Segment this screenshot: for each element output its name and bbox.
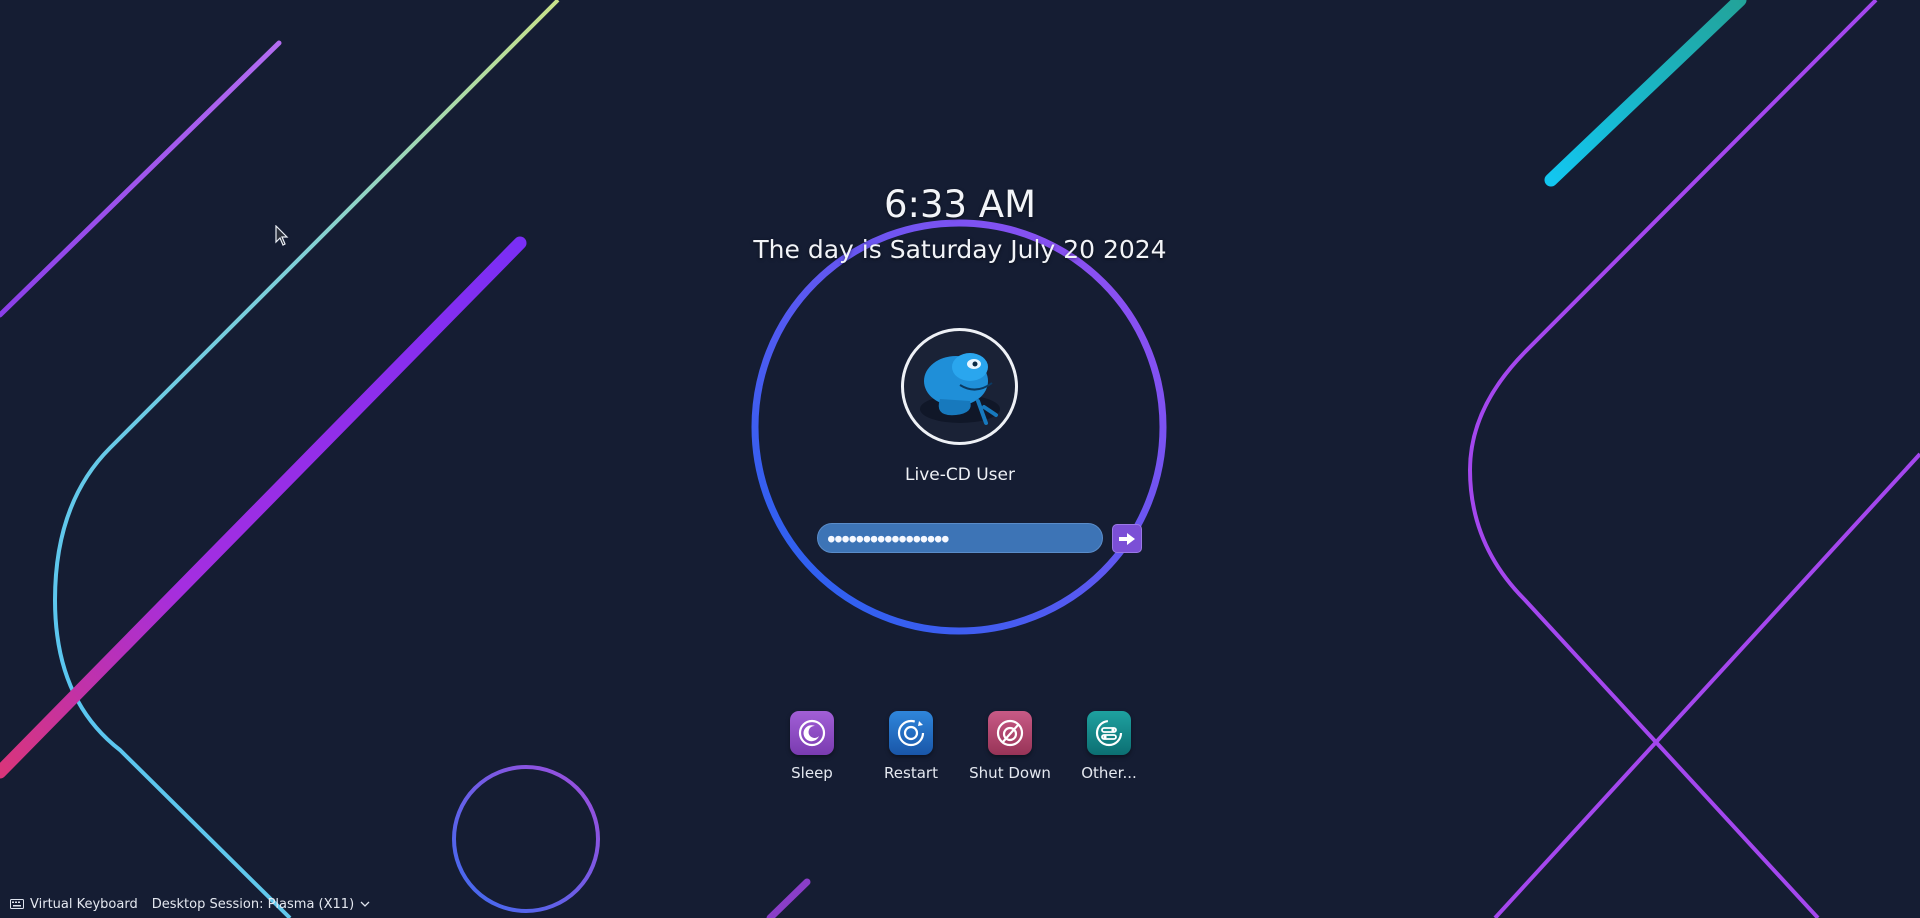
clock-time: 6:33 AM bbox=[883, 183, 1037, 226]
session-label: Desktop Session: Plasma (X11) bbox=[151, 896, 355, 912]
other-label: Other... bbox=[1081, 764, 1137, 782]
restart-icon bbox=[889, 711, 933, 755]
restart-button[interactable]: Restart bbox=[863, 711, 959, 782]
shutdown-button[interactable]: Shut Down bbox=[962, 711, 1058, 782]
virtual-keyboard-label: Virtual Keyboard bbox=[30, 896, 138, 912]
password-field[interactable]: ●●●●●●●●●●●●●●●●● bbox=[817, 523, 1103, 553]
background-art bbox=[0, 0, 1920, 918]
virtual-keyboard-button[interactable]: Virtual Keyboard bbox=[10, 897, 138, 912]
switch-user-icon bbox=[1087, 711, 1131, 755]
sleep-icon bbox=[790, 711, 834, 755]
session-selector[interactable]: Desktop Session: Plasma (X11) bbox=[152, 897, 370, 912]
login-button[interactable] bbox=[1112, 524, 1142, 553]
mouse-pointer-icon bbox=[275, 225, 289, 246]
bottom-bar: Virtual Keyboard Desktop Session: Plasma… bbox=[10, 894, 370, 914]
username-label: Live-CD User bbox=[905, 465, 1015, 485]
chameleon-avatar-icon bbox=[920, 353, 1000, 425]
user-avatar[interactable] bbox=[901, 328, 1018, 445]
chevron-down-icon bbox=[360, 901, 370, 907]
restart-label: Restart bbox=[884, 764, 938, 782]
sleep-label: Sleep bbox=[791, 764, 833, 782]
sleep-button[interactable]: Sleep bbox=[764, 711, 860, 782]
login-screen: 6:33 AM The day is Saturday July 20 2024… bbox=[0, 0, 1920, 918]
password-masked-value: ●●●●●●●●●●●●●●●●● bbox=[828, 531, 950, 545]
arrow-right-icon bbox=[1119, 532, 1135, 545]
other-button[interactable]: Other... bbox=[1061, 711, 1157, 782]
shutdown-label: Shut Down bbox=[969, 764, 1051, 782]
shutdown-icon bbox=[988, 711, 1032, 755]
keyboard-icon bbox=[10, 899, 24, 909]
